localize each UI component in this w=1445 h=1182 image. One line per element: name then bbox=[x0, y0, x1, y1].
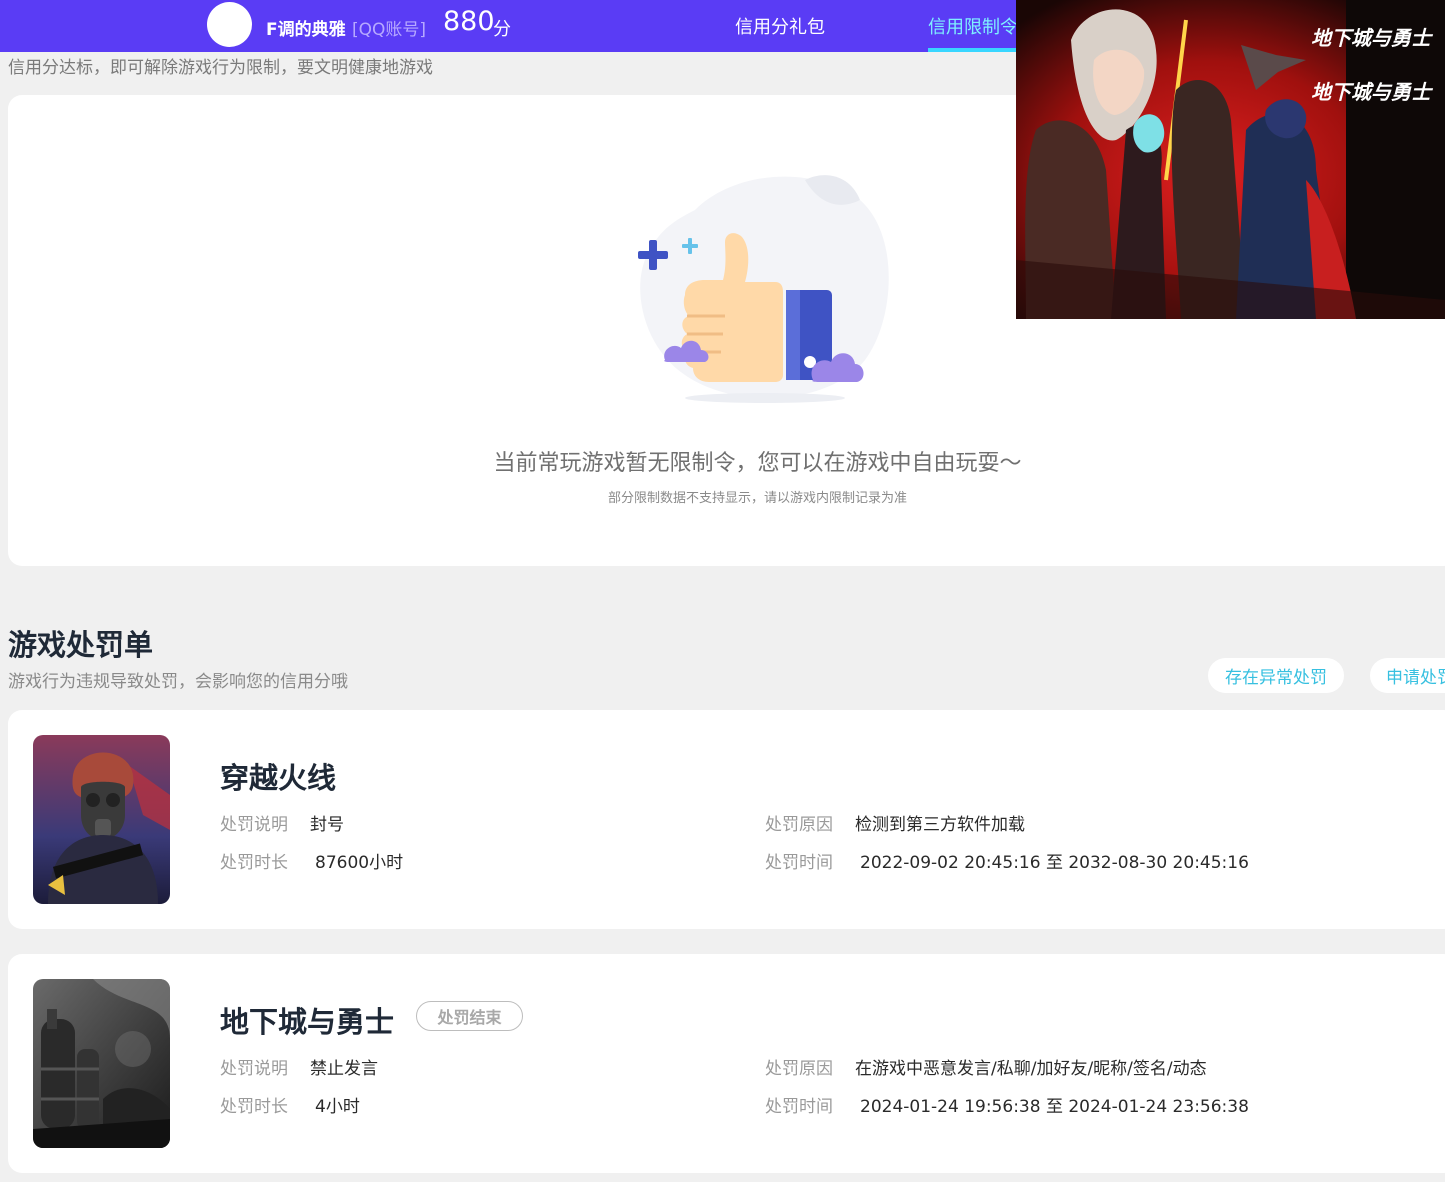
game-name: 地下城与勇士 bbox=[220, 1005, 395, 1039]
punishment-desc-label: 处罚说明 bbox=[220, 815, 288, 835]
abnormal-punishment-button[interactable]: 存在异常处罚 bbox=[1208, 658, 1344, 693]
banner-logo-bottom: 地下城与勇士 bbox=[1311, 80, 1431, 104]
credit-score: 880 bbox=[443, 6, 495, 37]
credit-score-unit: 分 bbox=[493, 19, 511, 40]
punishment-reason-value: 在游戏中恶意发言/私聊/加好友/昵称/签名/动态 bbox=[855, 1059, 1207, 1079]
tab-credit-limit[interactable]: 信用限制令 bbox=[928, 13, 1018, 39]
punishment-duration-label: 处罚时长 bbox=[220, 1097, 288, 1117]
punishment-duration-value: 4小时 bbox=[315, 1097, 360, 1117]
tab-credit-gift[interactable]: 信用分礼包 bbox=[735, 13, 825, 39]
status-badge: 处罚结束 bbox=[416, 1001, 523, 1031]
game-thumbnail-dnf bbox=[33, 979, 170, 1148]
punishment-duration-label: 处罚时长 bbox=[220, 853, 288, 873]
punishment-desc-value: 封号 bbox=[310, 815, 344, 835]
punishment-desc-label: 处罚说明 bbox=[220, 1059, 288, 1079]
game-name: 穿越火线 bbox=[220, 761, 337, 795]
account-type-tag: [QQ账号] bbox=[352, 20, 427, 40]
limit-section-subtitle: 信用分达标，即可解除游戏行为限制，要文明健康地游戏 bbox=[8, 58, 433, 78]
punishment-reason-label: 处罚原因 bbox=[765, 1059, 833, 1079]
punishment-time-value: 2022-09-02 20:45:16 至 2032-08-30 20:45:1… bbox=[860, 853, 1249, 873]
punishment-reason-label: 处罚原因 bbox=[765, 815, 833, 835]
punishment-time-value: 2024-01-24 19:56:38 至 2024-01-24 23:56:3… bbox=[860, 1097, 1249, 1117]
thumbs-up-icon bbox=[638, 175, 889, 403]
active-tab-indicator bbox=[928, 48, 1018, 52]
punishment-reason-value: 检测到第三方软件加载 bbox=[855, 815, 1025, 835]
username: F调的典雅 bbox=[266, 20, 346, 40]
punishment-time-label: 处罚时间 bbox=[765, 853, 833, 873]
empty-limit-message: 当前常玩游戏暂无限制令，您可以在游戏中自由玩耍～ bbox=[493, 451, 1022, 476]
punishment-duration-value: 87600小时 bbox=[315, 853, 404, 873]
punishment-card: 地下城与勇士 处罚结束 处罚说明 禁止发言 处罚原因 在游戏中恶意发言/私聊/加… bbox=[8, 954, 1445, 1173]
punishment-time-label: 处罚时间 bbox=[765, 1097, 833, 1117]
punishment-section-title: 游戏处罚单 bbox=[8, 628, 154, 662]
dungeon-machinery-icon bbox=[33, 979, 170, 1148]
punishment-desc-value: 禁止发言 bbox=[310, 1059, 378, 1079]
banner-logo-top: 地下城与勇士 bbox=[1311, 26, 1431, 50]
avatar[interactable] bbox=[207, 2, 252, 47]
apply-punishment-button[interactable]: 申请处罚 bbox=[1370, 658, 1445, 693]
punishment-card: 穿越火线 处罚说明 封号 处罚原因 检测到第三方软件加载 处罚时长 87600小… bbox=[8, 710, 1445, 929]
soldier-gasmask-icon bbox=[33, 735, 170, 904]
game-banner-image[interactable]: 地下城与勇士 地下城与勇士 bbox=[1016, 0, 1445, 319]
empty-limit-note: 部分限制数据不支持显示，请以游戏内限制记录为准 bbox=[607, 491, 907, 506]
punishment-section-subtitle: 游戏行为违规导致处罚，会影响您的信用分哦 bbox=[8, 672, 348, 692]
game-thumbnail-crossfire bbox=[33, 735, 170, 904]
